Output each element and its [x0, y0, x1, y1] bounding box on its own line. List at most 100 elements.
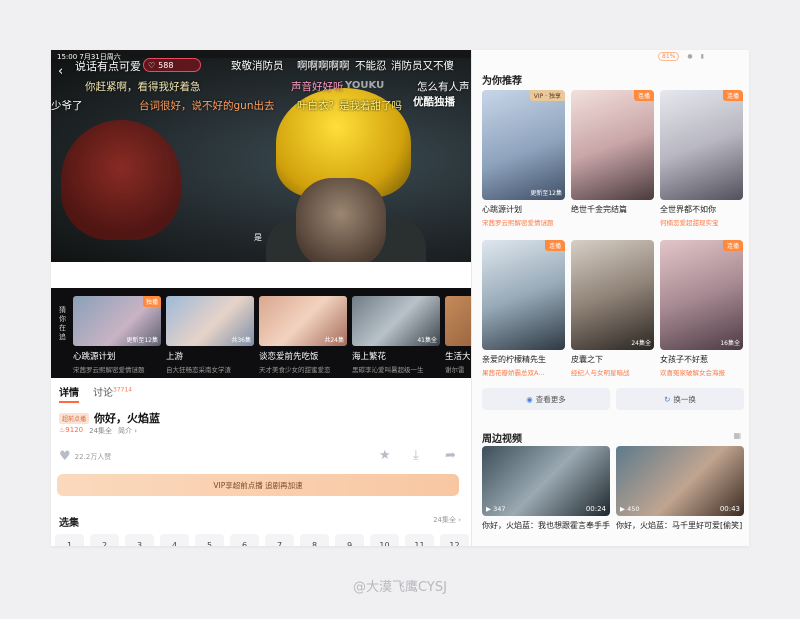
strip-count: 更新至12集 — [126, 337, 158, 344]
strip-subtitle: 黑碳李沁爱叫暑超级一生 — [352, 366, 424, 374]
episode-button[interactable]: 8 — [300, 534, 329, 546]
poster-title: 心跳源计划 — [482, 205, 522, 214]
wifi-icon: ● — [687, 53, 693, 60]
video-player[interactable]: 15:00 7月31日周六 ‹ 说话有点可爱 ♡ 588 致敬消防员 啊啊啊啊啊… — [51, 50, 471, 262]
poster-thumbnail: 连播 16集全 — [660, 240, 743, 350]
tab-discuss[interactable]: 讨论37714 — [93, 384, 132, 403]
strip-title: 心跳源计划 — [73, 352, 116, 362]
watching-strip: 猜你在追 独播 更新至12集 心跳源计划 宋茜罗云熙解密爱情谜题 共36集 上游… — [51, 288, 471, 378]
like-button[interactable]: ♥ 22.2万人赞 — [59, 449, 111, 464]
heat-badge[interactable]: ♡ 588 — [143, 58, 201, 72]
video-caption: 你好，火焰蓝：马千里好可爱[偷笑] — [616, 521, 743, 530]
recommend-card[interactable]: 连播 亲爱的柠檬精先生 果茜花瓣娇霸总双A... — [482, 240, 565, 377]
video-duration: 00:24 — [585, 505, 606, 513]
strip-card[interactable]: 共24集 谈恋爱前先吃饭 天才美食少女的甜蜜爱恋 — [259, 296, 347, 374]
video-subtitle: 是 — [254, 233, 262, 242]
episode-button[interactable]: 5 — [195, 534, 224, 546]
episode-button[interactable]: 4 — [160, 534, 189, 546]
strip-subtitle: 天才美食少女的甜蜜爱恋 — [259, 366, 331, 374]
share-icon[interactable]: ➦ — [445, 448, 456, 463]
episode-select-header: 选集 24集全 › — [59, 514, 461, 529]
poster-title: 女孩子不好惹 — [660, 355, 708, 364]
video-thumbnail: ▶ 450 00:43 — [616, 446, 744, 516]
poster-thumbnail: 连播 — [660, 90, 743, 200]
episode-button[interactable]: 12 — [440, 534, 469, 546]
firefighter-helmet-red — [61, 120, 181, 240]
recommend-card[interactable]: 连播 16集全 女孩子不好惹 欢喜冤家破解女会海报 — [660, 240, 743, 377]
barrage-comment: 少爷了 — [51, 100, 83, 112]
advance-badge: 超前点播 — [59, 412, 90, 424]
strip-card[interactable]: 共36集 上游 自大狂畅恋采南女学渣 — [166, 296, 254, 374]
episode-button[interactable]: 10 — [370, 534, 399, 546]
show-meta: ♨9120 24集全 简介 › — [59, 426, 137, 436]
heat-number: 9120 — [65, 426, 84, 434]
barrage-comment: 优酷独播 — [413, 96, 455, 108]
heat-value: 588 — [158, 60, 174, 70]
poster-subtitle: 果茜花瓣娇霸总双A... — [482, 369, 545, 377]
episode-button[interactable]: 1 — [55, 534, 84, 546]
download-icon[interactable]: ⤓ — [413, 448, 419, 463]
select-more-link[interactable]: 24集全 › — [433, 515, 461, 525]
tab-detail[interactable]: 详情 — [59, 384, 79, 403]
poster-badge: 连播 — [633, 90, 654, 101]
view-count: ▶ 450 — [620, 505, 640, 513]
poster-thumbnail: 连播 — [571, 90, 654, 200]
heart-icon: ♡ — [148, 60, 156, 70]
barrage-comment: 说话有点可爱 — [75, 60, 141, 73]
barrage-comment: 声音好好听 — [291, 81, 344, 93]
strip-title: 海上繁花 — [352, 352, 387, 362]
strip-count: 共24集 — [324, 337, 344, 344]
poster-count: 16集全 — [720, 340, 740, 347]
strip-thumbnail: 共36集 — [166, 296, 254, 346]
refresh-label: 换一换 — [673, 394, 696, 404]
star-icon[interactable]: ★ — [379, 448, 391, 463]
intro-link[interactable]: 简介 › — [118, 426, 137, 436]
player-pane: 15:00 7月31日周六 ‹ 说话有点可爱 ♡ 588 致敬消防员 啊啊啊啊啊… — [51, 50, 471, 546]
strip-card[interactable]: 41集全 海上繁花 黑碳李沁爱叫暑超级一生 — [352, 296, 440, 374]
strip-card[interactable]: 生活大 谢尔雷 — [445, 296, 471, 374]
episode-button[interactable]: 2 — [90, 534, 119, 546]
nearby-video-card[interactable]: ▶ 450 00:43 你好，火焰蓝：马千里好可爱[偷笑] — [616, 446, 744, 531]
episode-button[interactable]: 7 — [265, 534, 294, 546]
see-more-button[interactable]: ◉ 查看更多 — [482, 388, 610, 410]
strip-card[interactable]: 独播 更新至12集 心跳源计划 宋茜罗云熙解密爱情谜题 — [73, 296, 161, 374]
view-number: 450 — [627, 505, 640, 513]
detail-tabs: 详情 讨论37714 — [59, 384, 132, 403]
vip-button[interactable]: VIP享超前点播 追剧再加速 — [57, 474, 459, 496]
firefighter-face — [296, 178, 386, 262]
play-icon: ▶ — [486, 505, 491, 513]
strip-title: 上游 — [166, 352, 184, 362]
episode-button[interactable]: 9 — [335, 534, 364, 546]
poster-title: 皮囊之下 — [571, 355, 603, 364]
refresh-button[interactable]: ↻ 换一换 — [616, 388, 744, 410]
poster-title: 全世界都不如你 — [660, 205, 716, 214]
strip-label: 猜你在追 — [59, 306, 66, 341]
recommend-card[interactable]: VIP · 独享 更新至12集 心跳源计划 宋茜罗云熙解密爱情谜题 — [482, 90, 565, 227]
poster-title: 亲爱的柠檬精先生 — [482, 355, 546, 364]
strip-thumbnail: 41集全 — [352, 296, 440, 346]
poster-subtitle: 宋茜罗云熙解密爱情谜题 — [482, 219, 554, 227]
strip-count: 41集全 — [417, 337, 437, 344]
recommend-card[interactable]: 连播 绝世千金完结篇 — [571, 90, 654, 217]
strip-thumbnail — [445, 296, 471, 346]
recommend-card[interactable]: 24集全 皮囊之下 经纪人与女明星暗战 — [571, 240, 654, 377]
nearby-video-card[interactable]: ▶ 347 00:24 你好，火焰蓝：我也想跟霍言奉手手 — [482, 446, 610, 531]
heart-icon: ♥ — [59, 449, 71, 464]
barrage-comment: 致敬消防员 — [231, 60, 284, 72]
episode-button[interactable]: 3 — [125, 534, 154, 546]
poster-subtitle: 经纪人与女明星暗战 — [571, 369, 630, 377]
back-arrow-icon[interactable]: ‹ — [58, 64, 63, 79]
video-thumbnail: ▶ 347 00:24 — [482, 446, 610, 516]
strip-thumbnail: 共24集 — [259, 296, 347, 346]
poster-subtitle: 何楠恋爱超甜现实宝 — [660, 219, 719, 227]
app-window: 15:00 7月31日周六 ‹ 说话有点可爱 ♡ 588 致敬消防员 啊啊啊啊啊… — [51, 50, 749, 546]
poster-thumbnail: 24集全 — [571, 240, 654, 350]
episode-button[interactable]: 11 — [405, 534, 434, 546]
episode-button[interactable]: 6 — [230, 534, 259, 546]
select-label: 选集 — [59, 518, 79, 529]
grid-icon[interactable]: ▦ — [733, 431, 741, 440]
poster-thumbnail: VIP · 独享 更新至12集 — [482, 90, 565, 200]
barrage-comment: 怎么有人声 — [417, 81, 470, 93]
play-icon: ▶ — [620, 505, 625, 513]
recommend-card[interactable]: 连播 全世界都不如你 何楠恋爱超甜现实宝 — [660, 90, 743, 227]
